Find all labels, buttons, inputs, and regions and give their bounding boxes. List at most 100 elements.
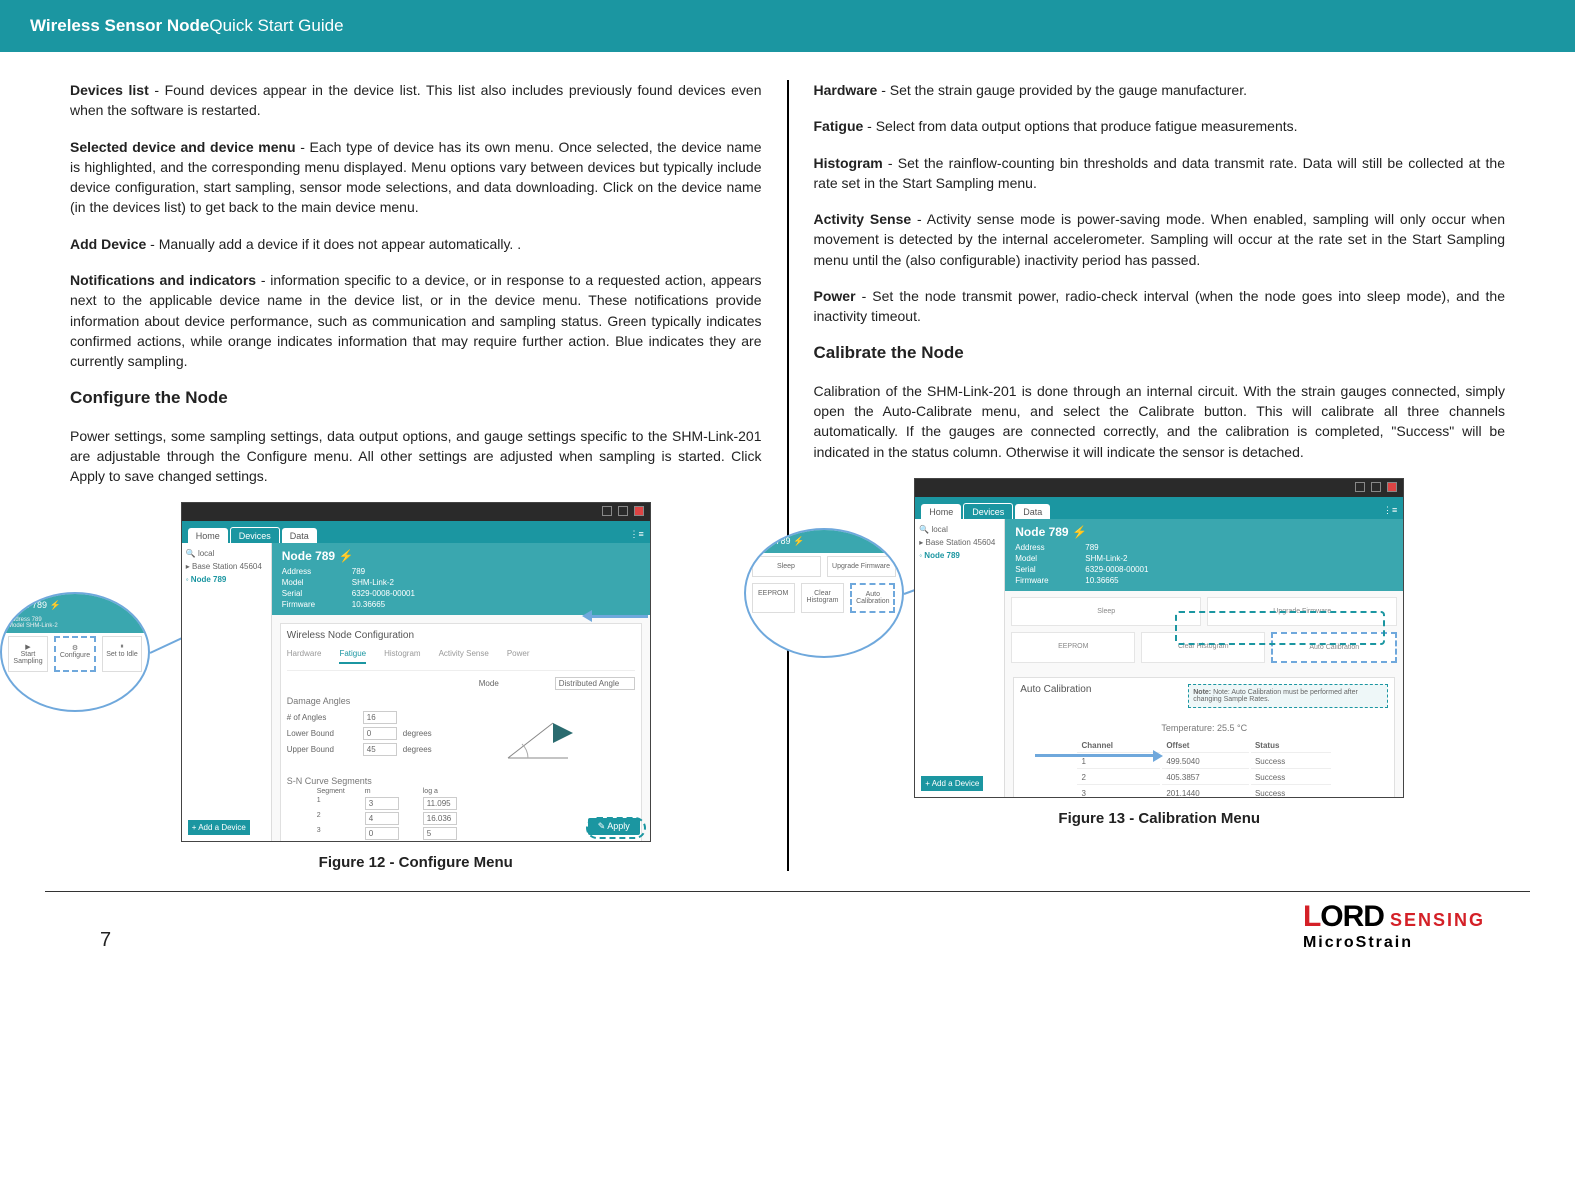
zoom-callout-13: Node 789 ⚡ Sleep Upgrade Firmware EEPROM…: [744, 528, 904, 658]
app-logo-icon: ⋮≡: [623, 526, 649, 543]
left-column: Devices list - Found devices appear in t…: [45, 80, 789, 871]
input-upper-bound[interactable]: 45: [363, 743, 397, 756]
input-lower-bound[interactable]: 0: [363, 727, 397, 740]
term-activity-sense: Activity Sense: [814, 211, 912, 227]
arrow-to-calibrate: [1035, 754, 1155, 757]
term-histogram: Histogram: [814, 155, 883, 171]
app-logo-icon: ⋮≡: [1377, 502, 1403, 519]
mode-label: Mode: [479, 679, 549, 688]
term-fatigue: Fatigue: [814, 118, 864, 134]
header-title-rest: Quick Start Guide: [209, 16, 343, 36]
text: - Found devices appear in the device lis…: [70, 82, 762, 118]
heading-configure-node: Configure the Node: [70, 388, 762, 408]
subtab-hardware[interactable]: Hardware: [287, 649, 322, 664]
section-damage-angles: Damage Angles: [287, 696, 635, 706]
screenshot-calibration-menu: Home Devices Data ⋮≡ 🔍 local ▸ Base Stat…: [914, 478, 1404, 798]
para-notifications: Notifications and indicators - informati…: [70, 270, 762, 371]
tab-home[interactable]: Home: [188, 528, 228, 543]
sidebar-search[interactable]: 🔍 local: [919, 523, 1000, 536]
para-calibrate-desc: Calibration of the SHM-Link-201 is done …: [814, 381, 1506, 462]
arrowhead-icon: [582, 610, 592, 622]
tab-data[interactable]: Data: [1015, 504, 1050, 519]
zoom-tile-clear-hist[interactable]: Clear Histogram: [801, 583, 844, 613]
node-header: Node 789 ⚡ Address789 ModelSHM-Link-2 Se…: [1005, 519, 1403, 591]
text: - Manually add a device if it does not a…: [146, 236, 521, 252]
screenshot-configure-menu: Home Devices Data ⋮≡ 🔍 local ▸ Base Stat…: [181, 502, 651, 842]
table-row: 2405.3857Success: [1077, 771, 1331, 785]
zoom-tile-eeprom[interactable]: EEPROM: [752, 583, 795, 613]
subtab-histogram[interactable]: Histogram: [384, 649, 420, 664]
zoom-actions: ▶Start Sampling ⚙Configure ⏸Set to Idle: [2, 633, 148, 675]
right-column: Hardware - Set the strain gauge provided…: [789, 80, 1531, 871]
zoom-start-sampling[interactable]: ▶Start Sampling: [8, 636, 48, 672]
document-header: Wireless Sensor Node Quick Start Guide: [0, 0, 1575, 52]
para-add-device: Add Device - Manually add a device if it…: [70, 234, 762, 254]
arrowhead-icon: [1153, 750, 1163, 762]
config-box-title: Wireless Node Configuration: [287, 630, 635, 641]
para-activity-sense: Activity Sense - Activity sense mode is …: [814, 209, 1506, 270]
para-configure-desc: Power settings, some sampling settings, …: [70, 426, 762, 487]
zoom-node-title: Node 789 ⚡: [2, 594, 148, 617]
zoom-callout: Node 789 ⚡ Address 789Model SHM-Link-2 ▶…: [0, 592, 150, 712]
zoom-tile-auto-cal[interactable]: Auto Calibration: [850, 583, 895, 613]
node-title: Node 789 ⚡: [1015, 525, 1393, 539]
device-sidebar: 🔍 local ▸ Base Station 45604 ◦ Node 789: [915, 519, 1005, 797]
calibration-table: ChannelOffsetStatus 1499.5040Success 240…: [1075, 737, 1333, 798]
term-devices-list: Devices list: [70, 82, 149, 98]
page-footer: 7 LORD SENSING MicroStrain: [45, 891, 1530, 972]
auto-cal-box: Auto Calibration Note: Note: Auto Calibr…: [1013, 677, 1395, 798]
lord-wordmark: LORD: [1303, 900, 1384, 934]
app-tabs: Home Devices Data ⋮≡: [915, 497, 1403, 519]
heading-calibrate-node: Calibrate the Node: [814, 343, 1506, 363]
sidebar-node[interactable]: ◦ Node 789: [186, 573, 267, 586]
microstrain-text: MicroStrain: [1303, 934, 1413, 952]
subtab-activity-sense[interactable]: Activity Sense: [439, 649, 489, 664]
term-notifications: Notifications and indicators: [70, 272, 256, 288]
table-row: 3201.1440Success: [1077, 787, 1331, 798]
zoom-tile-sleep[interactable]: Sleep: [752, 556, 821, 577]
page-body: Devices list - Found devices appear in t…: [0, 52, 1575, 881]
add-device-button[interactable]: + Add a Device: [188, 820, 250, 835]
tab-devices[interactable]: Devices: [963, 503, 1013, 519]
term-power: Power: [814, 288, 856, 304]
angle-diagram-icon: [452, 708, 635, 768]
term-selected-device: Selected device and device menu: [70, 139, 296, 155]
subtab-power[interactable]: Power: [507, 649, 530, 664]
note-highlight: [1175, 611, 1385, 645]
device-sidebar: 🔍 local ▸ Base Station 45604 ◦ Node 789: [182, 543, 272, 841]
tab-devices[interactable]: Devices: [230, 527, 280, 543]
table-row: 1499.5040Success: [1077, 755, 1331, 769]
sidebar-node[interactable]: ◦ Node 789: [919, 549, 1000, 562]
sidebar-base-station[interactable]: ▸ Base Station 45604: [186, 560, 267, 573]
header-title-bold: Wireless Sensor Node: [30, 16, 209, 36]
apply-highlight: [586, 817, 646, 839]
tile-sleep[interactable]: Sleep: [1011, 597, 1201, 626]
para-power: Power - Set the node transmit power, rad…: [814, 286, 1506, 327]
zoom-set-idle[interactable]: ⏸Set to Idle: [102, 636, 142, 672]
node-content: Node 789 ⚡ Address789 ModelSHM-Link-2 Se…: [272, 543, 650, 841]
tab-data[interactable]: Data: [282, 528, 317, 543]
node-header: Node 789 ⚡ Address789 ModelSHM-Link-2 Se…: [272, 543, 650, 615]
tab-home[interactable]: Home: [921, 504, 961, 519]
para-fatigue: Fatigue - Select from data output option…: [814, 116, 1506, 136]
window-titlebar: [182, 503, 650, 521]
app-tabs: Home Devices Data ⋮≡: [182, 521, 650, 543]
zoom-configure[interactable]: ⚙Configure: [54, 636, 96, 672]
para-devices-list: Devices list - Found devices appear in t…: [70, 80, 762, 121]
zoom-tile-upgrade[interactable]: Upgrade Firmware: [827, 556, 896, 577]
config-subtabs: Hardware Fatigue Histogram Activity Sens…: [287, 647, 635, 671]
arrow-to-subtabs: [588, 615, 648, 618]
mode-select[interactable]: Distributed Angle: [555, 677, 635, 690]
para-histogram: Histogram - Set the rainflow-counting bi…: [814, 153, 1506, 194]
config-box: Wireless Node Configuration Hardware Fat…: [280, 623, 642, 842]
subtab-fatigue[interactable]: Fatigue: [339, 649, 366, 664]
figure-13-wrap: Node 789 ⚡ Sleep Upgrade Firmware EEPROM…: [814, 478, 1506, 827]
sidebar-search[interactable]: 🔍 local: [186, 547, 267, 560]
section-sn-curve: S-N Curve Segments: [287, 776, 635, 786]
sidebar-base-station[interactable]: ▸ Base Station 45604: [919, 536, 1000, 549]
input-num-angles[interactable]: 16: [363, 711, 397, 724]
term-hardware: Hardware: [814, 82, 878, 98]
add-device-button[interactable]: + Add a Device: [921, 776, 983, 791]
para-selected-device: Selected device and device menu - Each t…: [70, 137, 762, 218]
tile-eeprom[interactable]: EEPROM: [1011, 632, 1135, 663]
